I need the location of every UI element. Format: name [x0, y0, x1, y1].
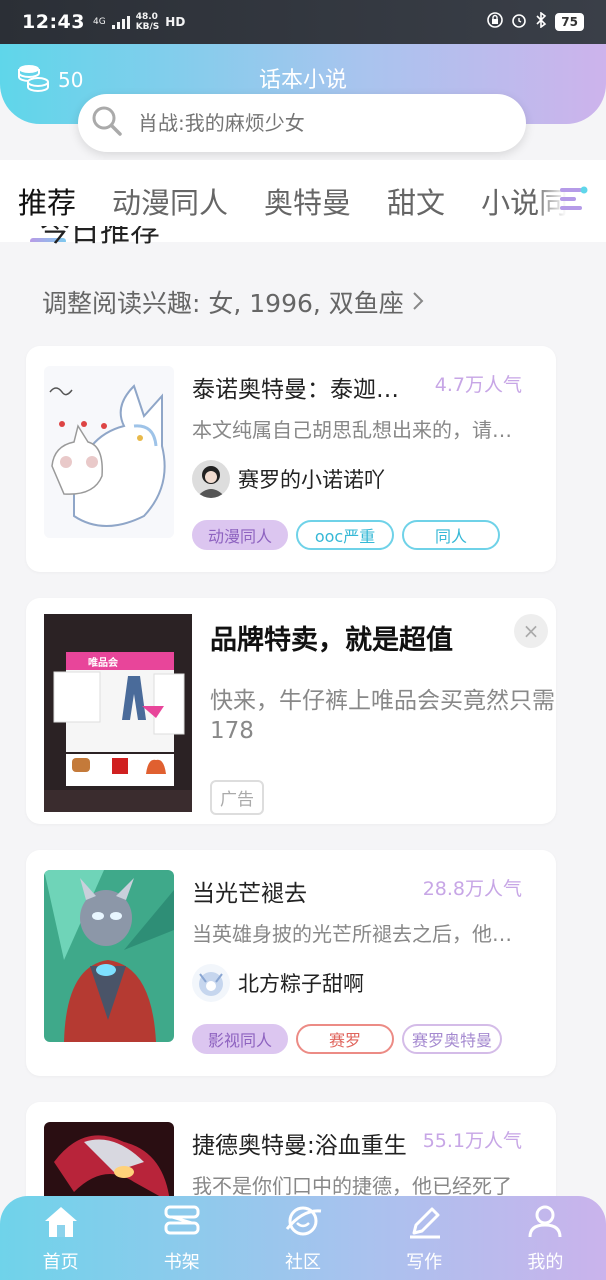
- book-title: 当光芒褪去: [192, 881, 307, 907]
- tag[interactable]: 赛罗: [296, 1024, 395, 1054]
- bottom-nav: 首页 书架 社区 写作 我的: [0, 1196, 606, 1280]
- book-card[interactable]: 泰诺奥特曼：泰迦与诺 4.7万人气 本文纯属自己胡思乱想出来的，请勿模仿 赛罗的…: [26, 346, 556, 572]
- status-time: 12:43: [22, 11, 85, 33]
- avatar: [192, 460, 230, 498]
- signal-icon: [111, 15, 130, 29]
- app-title: 话本小说: [258, 68, 347, 93]
- menu-icon: [556, 184, 590, 218]
- nav-label: 书架: [163, 1251, 200, 1273]
- ad-image-brand: 唯品会: [88, 658, 118, 669]
- author[interactable]: 赛罗的小诺诺吖: [192, 460, 385, 498]
- tag[interactable]: 赛罗奥特曼: [402, 1024, 503, 1054]
- planet-icon: [283, 1203, 323, 1248]
- avatar: [192, 964, 230, 1002]
- lock-icon: [487, 12, 504, 32]
- network-speed: 48.0 KB/S: [136, 12, 160, 32]
- tab-ultraman[interactable]: 奥特曼: [264, 180, 351, 222]
- book-title: 捷德奥特曼:浴血重生: [192, 1133, 407, 1159]
- book-card[interactable]: 当光芒褪去 28.8万人气 当英雄身披的光芒所褪去之后，他们还剩下 北方粽子甜啊…: [26, 850, 556, 1076]
- tag[interactable]: 同人: [402, 520, 501, 550]
- nav-label: 社区: [284, 1251, 321, 1273]
- nav-community[interactable]: 社区: [253, 1203, 353, 1274]
- status-bar: 12:43 4G 48.0 KB/S HD 75: [0, 0, 606, 44]
- battery-icon: 75: [555, 13, 584, 31]
- book-title: 泰诺奥特曼：泰迦与诺: [192, 377, 412, 403]
- ad-badge: 广告: [210, 780, 264, 815]
- home-icon: [41, 1203, 81, 1248]
- network-indicator: 4G 48.0 KB/S HD: [93, 12, 185, 32]
- speed-unit: KB/S: [135, 22, 160, 32]
- author[interactable]: 北方粽子甜啊: [192, 964, 364, 1002]
- nav-label: 我的: [527, 1251, 564, 1273]
- tab-sweet[interactable]: 甜文: [387, 180, 445, 222]
- author-name: 北方粽子甜啊: [238, 972, 364, 996]
- ad-description: 快来，牛仔裤上唯品会买竟然只需 178: [210, 688, 555, 744]
- network-type: 4G: [92, 17, 106, 27]
- tag-list: 动漫同人 ooc严重 同人: [192, 520, 501, 550]
- bluetooth-icon: [535, 11, 547, 32]
- adjust-interest-link[interactable]: 调整阅读兴趣: 女, 1996, 双鱼座: [42, 284, 424, 320]
- author-name: 赛罗的小诺诺吖: [238, 468, 385, 492]
- chevron-right-icon: [412, 288, 424, 317]
- search-input[interactable]: [138, 111, 478, 135]
- search-bar[interactable]: [78, 94, 526, 152]
- tab-anime-fanfic[interactable]: 动漫同人: [112, 180, 228, 222]
- ad-card[interactable]: 唯品会 品牌特卖，就是超值 × 快来，牛仔裤上唯品会买竟然只需 178 广告: [26, 598, 556, 824]
- nav-label: 首页: [42, 1251, 79, 1273]
- nav-bookshelf[interactable]: 书架: [132, 1203, 232, 1274]
- popularity: 28.8万人气: [422, 878, 522, 900]
- nav-write[interactable]: 写作: [374, 1203, 474, 1274]
- tag[interactable]: ooc严重: [296, 520, 395, 550]
- book-description: 本文纯属自己胡思乱想出来的，请勿模仿: [192, 418, 528, 442]
- nav-label: 写作: [406, 1251, 443, 1273]
- nav-home[interactable]: 首页: [11, 1203, 111, 1274]
- book-description: 当英雄身披的光芒所褪去之后，他们还剩下: [192, 922, 528, 946]
- alarm-icon: [511, 12, 527, 32]
- tag[interactable]: 动漫同人: [192, 520, 289, 550]
- search-icon: [90, 104, 124, 142]
- speed-value: 48.0: [135, 12, 158, 22]
- tag-list: 影视同人 赛罗 赛罗奥特曼: [192, 1024, 503, 1054]
- tab-menu-button[interactable]: [540, 160, 606, 242]
- close-ad-button[interactable]: ×: [514, 614, 548, 648]
- nav-profile[interactable]: 我的: [495, 1203, 595, 1274]
- person-icon: [525, 1203, 565, 1248]
- interest-label: 调整阅读兴趣: 女, 1996, 双鱼座: [42, 289, 404, 318]
- section-title: 今日推荐: [40, 226, 160, 249]
- hd-indicator: HD: [165, 15, 186, 29]
- ad-title: 品牌特卖，就是超值: [210, 625, 453, 656]
- close-icon: ×: [522, 619, 540, 643]
- bookshelf-icon: [162, 1203, 202, 1248]
- pen-icon: [404, 1203, 444, 1248]
- book-description: 我不是你们口中的捷德，他已经死了: [192, 1174, 512, 1198]
- tag[interactable]: 影视同人: [192, 1024, 289, 1054]
- popularity: 55.1万人气: [422, 1130, 522, 1152]
- book-cover: [44, 870, 174, 1042]
- tab-recommend[interactable]: 推荐: [18, 180, 76, 242]
- popularity: 4.7万人气: [434, 374, 522, 396]
- ad-image: 唯品会: [44, 614, 192, 812]
- book-cover: [44, 366, 174, 538]
